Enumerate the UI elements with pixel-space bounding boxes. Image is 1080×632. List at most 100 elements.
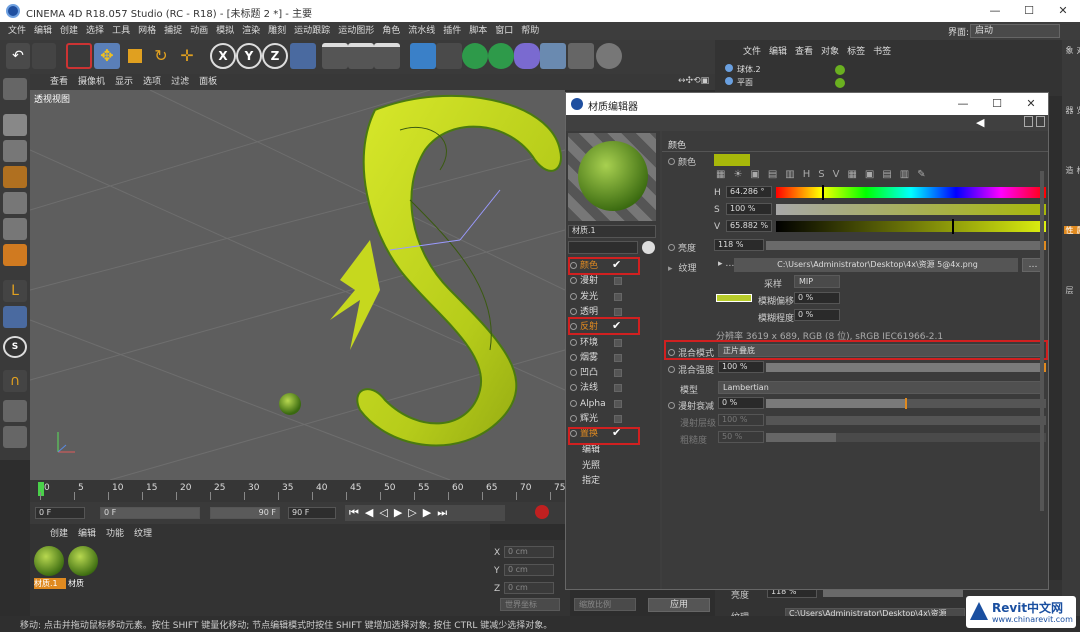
coord-y-field[interactable]: 0 cm bbox=[504, 564, 554, 576]
diffuse-level-field[interactable]: 100 % bbox=[718, 414, 764, 426]
lock-icon[interactable] bbox=[1024, 116, 1033, 127]
roughness-field[interactable]: 50 % bbox=[718, 431, 764, 443]
diffuse-falloff-field[interactable]: 0 % bbox=[718, 397, 764, 409]
roughness-slider[interactable] bbox=[766, 433, 1046, 442]
material-thumbnail[interactable]: 材质.1 bbox=[34, 546, 66, 590]
channel-row[interactable]: 环境 bbox=[570, 336, 656, 351]
perspective-viewport[interactable]: 透视视图 bbox=[30, 90, 565, 480]
undo-button[interactable]: ↶ bbox=[6, 43, 30, 69]
right-tab[interactable]: 对象 bbox=[1064, 46, 1080, 54]
rotate-tool-icon[interactable]: ↻ bbox=[148, 43, 174, 69]
channel-animate-icon[interactable] bbox=[570, 399, 577, 407]
render-view-icon[interactable] bbox=[322, 43, 348, 69]
subdivision-icon[interactable] bbox=[462, 43, 488, 69]
menu-item[interactable]: 渲染 bbox=[242, 22, 260, 40]
material-name-dropdown[interactable] bbox=[568, 241, 638, 254]
object-menu-item[interactable]: 文件 bbox=[743, 46, 761, 58]
object-menu-item[interactable]: 标签 bbox=[847, 46, 865, 58]
object-menu-item[interactable]: 对象 bbox=[821, 46, 839, 58]
polygons-mode-icon[interactable] bbox=[3, 244, 27, 266]
back-arrow-icon[interactable]: ◀ bbox=[976, 116, 984, 129]
blur-scale-field[interactable]: 0 % bbox=[794, 309, 840, 321]
channel-checkbox[interactable] bbox=[614, 307, 622, 316]
workplane-icon[interactable] bbox=[3, 166, 27, 188]
viewport-menu-item[interactable]: 显示 bbox=[115, 74, 133, 90]
redo-button[interactable] bbox=[32, 43, 56, 69]
texture-thumbnail[interactable] bbox=[716, 294, 752, 302]
dialog-close-button[interactable]: ✕ bbox=[1014, 93, 1048, 115]
blur-offset-field[interactable]: 0 % bbox=[794, 292, 840, 304]
dialog-scrollbar[interactable] bbox=[1040, 171, 1044, 511]
minimize-button[interactable]: — bbox=[978, 0, 1012, 22]
snap-icon[interactable]: S bbox=[3, 336, 27, 358]
axis-mode-icon[interactable]: L bbox=[3, 280, 27, 302]
object-tag-icon[interactable] bbox=[835, 78, 845, 88]
menu-item[interactable]: 窗口 bbox=[495, 22, 513, 40]
s-ribbon-shape[interactable] bbox=[356, 94, 562, 447]
right-tab[interactable]: 属性 bbox=[1064, 226, 1080, 234]
menu-item[interactable]: 工具 bbox=[112, 22, 130, 40]
material-menu-item[interactable]: 创建 bbox=[50, 528, 68, 540]
channel-checkbox[interactable] bbox=[614, 353, 622, 362]
cube-icon[interactable] bbox=[410, 43, 436, 69]
color-swatch[interactable] bbox=[714, 154, 750, 166]
edges-mode-icon[interactable] bbox=[3, 218, 27, 240]
object-row[interactable]: 平面 bbox=[725, 77, 855, 89]
menu-item[interactable]: 编辑 bbox=[34, 22, 52, 40]
close-button[interactable]: ✕ bbox=[1046, 0, 1080, 22]
model-mode-icon[interactable] bbox=[3, 114, 27, 136]
light-icon[interactable] bbox=[596, 43, 622, 69]
array-icon[interactable] bbox=[488, 43, 514, 69]
grid-icon[interactable] bbox=[3, 426, 27, 448]
channel-checkbox[interactable] bbox=[614, 384, 622, 393]
magnet-icon[interactable]: ∩ bbox=[3, 370, 27, 392]
hue-field[interactable]: 64.286 ° bbox=[726, 186, 772, 198]
menu-item[interactable]: 角色 bbox=[382, 22, 400, 40]
right-tab[interactable]: 内容浏览器 bbox=[1064, 106, 1080, 114]
make-editable-icon[interactable] bbox=[3, 78, 27, 100]
camera-icon[interactable] bbox=[568, 43, 594, 69]
channel-row[interactable]: 烟雾 bbox=[570, 351, 656, 366]
channel-checkbox[interactable] bbox=[614, 292, 622, 301]
record-button[interactable] bbox=[535, 505, 549, 519]
material-menu-item[interactable]: 功能 bbox=[106, 528, 124, 540]
coord-z-field[interactable]: 0 cm bbox=[504, 582, 554, 594]
points-mode-icon[interactable] bbox=[3, 192, 27, 214]
menu-item[interactable]: 运动跟踪 bbox=[294, 22, 330, 40]
material-name-field[interactable]: 材质.1 bbox=[568, 225, 656, 238]
menu-item[interactable]: 流水线 bbox=[408, 22, 435, 40]
channel-animate-icon[interactable] bbox=[570, 338, 577, 346]
panel-menu-icon[interactable] bbox=[1036, 116, 1045, 127]
object-tag-icon[interactable] bbox=[835, 65, 845, 75]
coord-mode-select[interactable]: 世界坐标 bbox=[500, 598, 560, 611]
menu-item[interactable]: 运动图形 bbox=[338, 22, 374, 40]
channel-animate-icon[interactable] bbox=[570, 369, 577, 377]
value-field[interactable]: 65.882 % bbox=[726, 220, 772, 232]
channel-row[interactable]: 法线 bbox=[570, 381, 656, 396]
channel-animate-icon[interactable] bbox=[570, 384, 577, 392]
editor-page-item[interactable]: 编辑 bbox=[582, 443, 600, 458]
render-settings-icon[interactable] bbox=[374, 43, 400, 69]
material-menu-item[interactable]: 纹理 bbox=[134, 528, 152, 540]
pen-icon[interactable] bbox=[436, 43, 462, 69]
right-tab[interactable]: 构造 bbox=[1064, 166, 1080, 174]
material-menu-item[interactable]: 编辑 bbox=[78, 528, 96, 540]
viewport-menu-item[interactable]: 查看 bbox=[50, 74, 68, 90]
saturation-field[interactable]: 100 % bbox=[726, 203, 772, 215]
menu-item[interactable]: 雕刻 bbox=[268, 22, 286, 40]
preview-start-field[interactable]: 0 F bbox=[100, 507, 200, 519]
viewport-nav-icons[interactable]: ↔✣⟲▣ bbox=[678, 76, 709, 86]
tweak-mode-icon[interactable] bbox=[3, 306, 27, 328]
hue-slider[interactable] bbox=[776, 187, 1046, 198]
value-slider[interactable] bbox=[776, 221, 1046, 232]
channel-animate-icon[interactable] bbox=[570, 307, 577, 315]
channel-row[interactable]: 漫射 bbox=[570, 274, 656, 289]
menu-item[interactable]: 网格 bbox=[138, 22, 156, 40]
z-axis-button[interactable]: Z bbox=[262, 43, 288, 69]
x-axis-button[interactable]: X bbox=[210, 43, 236, 69]
dialog-maximize-button[interactable]: ☐ bbox=[980, 93, 1014, 115]
menu-item[interactable]: 创建 bbox=[60, 22, 78, 40]
viewport-menu-item[interactable]: 摄像机 bbox=[78, 74, 105, 90]
playback-controls[interactable]: ⏮◀◁▶▷▶⏭ bbox=[345, 505, 505, 521]
maximize-button[interactable]: ☐ bbox=[1012, 0, 1046, 22]
